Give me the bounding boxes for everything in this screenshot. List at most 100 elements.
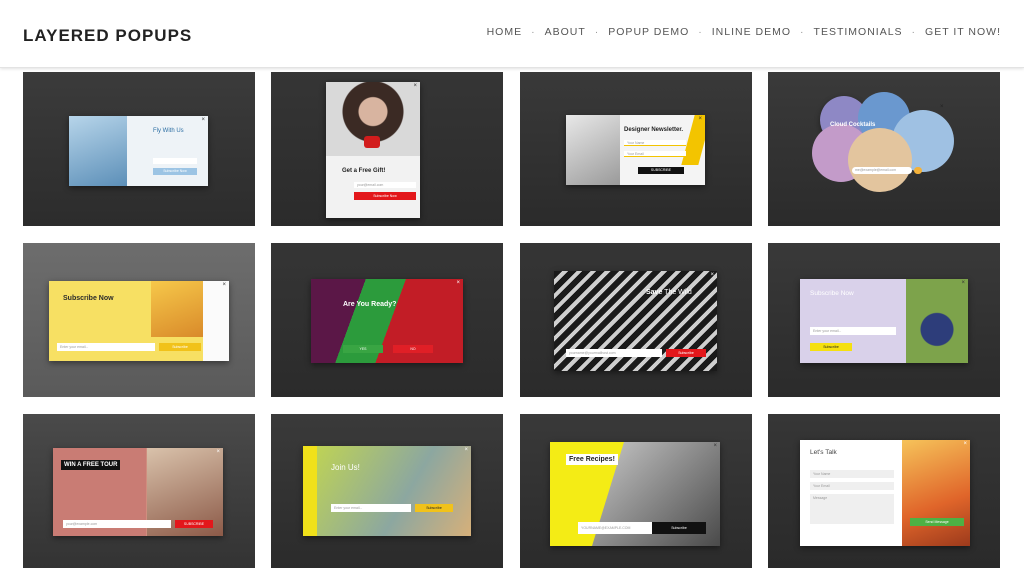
- email-field: your@example.com: [63, 520, 171, 528]
- title-bold: Save: [646, 289, 663, 296]
- popup-title: Join Us!: [331, 463, 360, 472]
- subscribe-button: SUBSCRIBE: [175, 520, 213, 528]
- popup-title: Subscribe Now: [63, 295, 114, 302]
- stewardess-image: [69, 116, 127, 186]
- popup-demo-subscribe-sunglasses[interactable]: × Subscribe Now Enter your email... Subs…: [23, 243, 255, 397]
- popup-demo-lets-talk[interactable]: × Let's Talk Your Name Your Email Messag…: [768, 414, 1000, 568]
- sunset-image: [902, 440, 970, 546]
- popup-title: Free Recipes!: [566, 454, 618, 465]
- message-field: Message: [810, 494, 894, 524]
- accent-stripe: [303, 446, 317, 536]
- popup-preview: × Designer Newsletter. Your Name Your Em…: [566, 115, 705, 185]
- close-icon: ×: [940, 104, 944, 110]
- popup-title: Cloud Cocktails: [830, 122, 876, 128]
- popup-demo-free-recipes[interactable]: × Free Recipes! YOURNAME@EXAMPLE.COM Sub…: [520, 414, 752, 568]
- close-icon: ×: [413, 83, 417, 89]
- nav-separator: ·: [531, 26, 536, 38]
- popup-demo-fly-with-us[interactable]: × Fly With Us Subscribe Now: [23, 72, 255, 226]
- subscribe-button: Subscribe Now: [354, 192, 416, 200]
- popup-title: Fly With Us: [153, 128, 184, 134]
- close-icon: ×: [201, 117, 205, 123]
- popup-title: Get a Free Gift!: [342, 168, 386, 174]
- subscribe-button: Subscribe: [159, 343, 201, 351]
- send-message-button: Send Message: [910, 518, 964, 526]
- yes-button: YES: [343, 345, 383, 353]
- name-field: Your Name: [810, 470, 894, 478]
- berries-image: [906, 279, 968, 363]
- email-field: your@email.com: [354, 182, 416, 188]
- close-icon: ×: [961, 280, 965, 286]
- woman-sunglasses-image: [151, 281, 203, 337]
- popup-demo-cloud-cocktails[interactable]: Cloud Cocktails × me@example@email.com: [768, 72, 1000, 226]
- nav-testimonials[interactable]: TESTIMONIALS: [814, 26, 903, 38]
- name-field: Your Name: [624, 140, 686, 146]
- email-field: me@example@email.com: [852, 167, 912, 174]
- close-icon: ×: [710, 272, 714, 278]
- no-button: NO: [393, 345, 433, 353]
- site-logo[interactable]: LAYERED POPUPS: [23, 26, 192, 46]
- popup-demo-join-us[interactable]: × Join Us! Enter your email... Subscribe: [271, 414, 503, 568]
- popup-title: Save The Wild: [646, 289, 692, 296]
- email-field: Enter your email...: [57, 343, 155, 351]
- popup-title: WIN A FREE TOUR: [61, 460, 121, 470]
- gift-icon: [364, 136, 380, 148]
- nav-separator: ·: [911, 26, 917, 38]
- title-rest: The Wild: [662, 289, 692, 296]
- subscribe-button: SUBSCRIBE: [638, 167, 684, 174]
- subscribe-button: Subscribe: [666, 349, 706, 357]
- nav-separator: ·: [594, 26, 600, 38]
- main-nav: HOME · ABOUT · POPUP DEMO · INLINE DEMO …: [487, 26, 1001, 38]
- nav-separator: ·: [698, 26, 703, 38]
- keyboard-image: [566, 115, 620, 185]
- cloud-circle: [848, 128, 912, 192]
- popup-gallery: × Fly With Us Subscribe Now × Get a Free…: [0, 0, 1024, 580]
- nav-separator: ·: [800, 26, 805, 38]
- site-header: LAYERED POPUPS HOME · ABOUT · POPUP DEMO…: [0, 0, 1024, 68]
- email-field: yourname@yourmailhost.com: [566, 349, 662, 357]
- popup-preview: × Free Recipes! YOURNAME@EXAMPLE.COM Sub…: [550, 442, 720, 546]
- popup-demo-free-gift[interactable]: × Get a Free Gift! your@email.com Subscr…: [271, 72, 503, 226]
- popup-preview: × Save The Wild yourname@yourmailhost.co…: [554, 271, 717, 371]
- popup-title: Are You Ready?: [343, 301, 397, 308]
- popup-demo-save-the-wild[interactable]: × Save The Wild yourname@yourmailhost.co…: [520, 243, 752, 397]
- popup-demo-subscribe-berries[interactable]: × Subscribe Now Enter your email... Subs…: [768, 243, 1000, 397]
- close-icon: ×: [963, 441, 967, 447]
- popup-preview: × Get a Free Gift! your@email.com Subscr…: [326, 82, 420, 218]
- email-field: Your Email: [624, 151, 686, 157]
- popup-preview: × Fly With Us Subscribe Now: [69, 116, 208, 186]
- popup-preview: × Are You Ready? YES NO: [311, 279, 463, 363]
- nav-about[interactable]: ABOUT: [545, 26, 586, 38]
- close-icon: ×: [464, 447, 468, 453]
- email-field: YOURNAME@EXAMPLE.COM: [578, 522, 652, 534]
- subscribe-button: Subscribe: [810, 343, 852, 351]
- popup-title: Designer Newsletter.: [624, 127, 684, 133]
- popup-preview: × Subscribe Now Enter your email... Subs…: [800, 279, 968, 363]
- popup-title: Let's Talk: [810, 449, 837, 456]
- close-icon: ×: [216, 449, 220, 455]
- close-icon: ×: [222, 282, 226, 288]
- popup-demo-are-you-ready[interactable]: × Are You Ready? YES NO: [271, 243, 503, 397]
- subscribe-button: Subscribe: [652, 522, 706, 534]
- popup-preview: × Join Us! Enter your email... Subscribe: [303, 446, 471, 536]
- popup-title: Subscribe Now: [810, 290, 854, 297]
- nav-inline-demo[interactable]: INLINE DEMO: [712, 26, 791, 38]
- popup-demo-win-a-free-tour[interactable]: × WIN A FREE TOUR your@example.com SUBSC…: [23, 414, 255, 568]
- popup-demo-designer-newsletter[interactable]: × Designer Newsletter. Your Name Your Em…: [520, 72, 752, 226]
- submit-icon: [914, 167, 922, 174]
- side-panel: [203, 281, 229, 361]
- nav-home[interactable]: HOME: [487, 26, 523, 38]
- email-field: Enter your email...: [810, 327, 896, 335]
- popup-preview: × Subscribe Now Enter your email... Subs…: [49, 281, 229, 361]
- popup-preview: × Let's Talk Your Name Your Email Messag…: [800, 440, 970, 546]
- email-field: [153, 158, 197, 164]
- subscribe-button: Subscribe: [415, 504, 453, 512]
- close-icon: ×: [456, 280, 460, 286]
- close-icon: ×: [713, 443, 717, 449]
- email-field: Your Email: [810, 482, 894, 490]
- email-field: Enter your email...: [331, 504, 411, 512]
- close-icon: ×: [698, 116, 702, 122]
- nav-popup-demo[interactable]: POPUP DEMO: [608, 26, 689, 38]
- nav-get-it-now[interactable]: GET IT NOW!: [925, 26, 1001, 38]
- popup-preview: × WIN A FREE TOUR your@example.com SUBSC…: [53, 448, 223, 536]
- subscribe-button: Subscribe Now: [153, 168, 197, 175]
